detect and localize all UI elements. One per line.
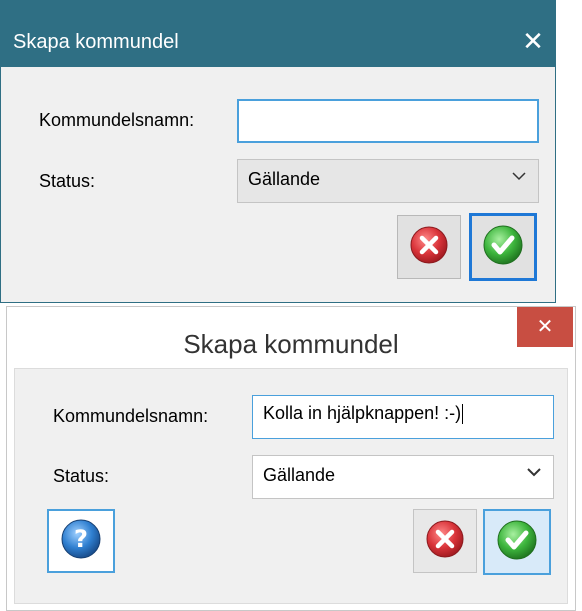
dialog-title: Skapa kommundel [183,329,399,359]
cancel-button[interactable] [413,509,477,573]
dialog-skapa-kommundel-win8: Skapa kommundel ✕ Kommundelsnamn: Kolla … [6,306,576,611]
help-button[interactable]: ? [47,509,115,573]
help-icon: ? [60,518,102,565]
chevron-down-icon [512,168,526,184]
status-select-value: Gällande [263,465,336,485]
cancel-button[interactable] [397,215,461,279]
name-label: Kommundelsnamn: [53,406,209,426]
status-label: Status: [39,171,96,191]
checkmark-icon [482,224,524,271]
text-caret [462,404,464,425]
title-bar: Skapa kommundel ✕ [1,1,555,67]
name-label: Kommundelsnamn: [39,110,195,130]
ok-button[interactable] [469,213,537,281]
status-select[interactable]: Gällande [252,455,554,499]
checkmark-icon [496,519,538,566]
chevron-down-icon [527,464,541,480]
dialog-title: Skapa kommundel [13,31,179,53]
close-icon[interactable]: ✕ [517,307,573,347]
name-input[interactable]: Kolla in hjälpknappen! :-) [252,395,554,439]
cancel-icon [409,225,449,270]
cancel-icon [425,519,465,564]
status-select-value: Gällande [248,169,321,189]
dialog-skapa-kommundel-win10: Skapa kommundel ✕ Kommundelsnamn: Status… [0,0,556,303]
close-icon[interactable]: ✕ [517,27,549,55]
ok-button[interactable] [483,509,551,575]
dialog-body: Kommundelsnamn: Kolla in hjälpknappen! :… [14,368,568,604]
name-input-value: Kolla in hjälpknappen! :-) [263,403,462,423]
name-input[interactable] [237,99,539,143]
svg-text:?: ? [74,525,88,553]
status-label: Status: [53,466,110,486]
status-select[interactable]: Gällande [237,159,539,203]
